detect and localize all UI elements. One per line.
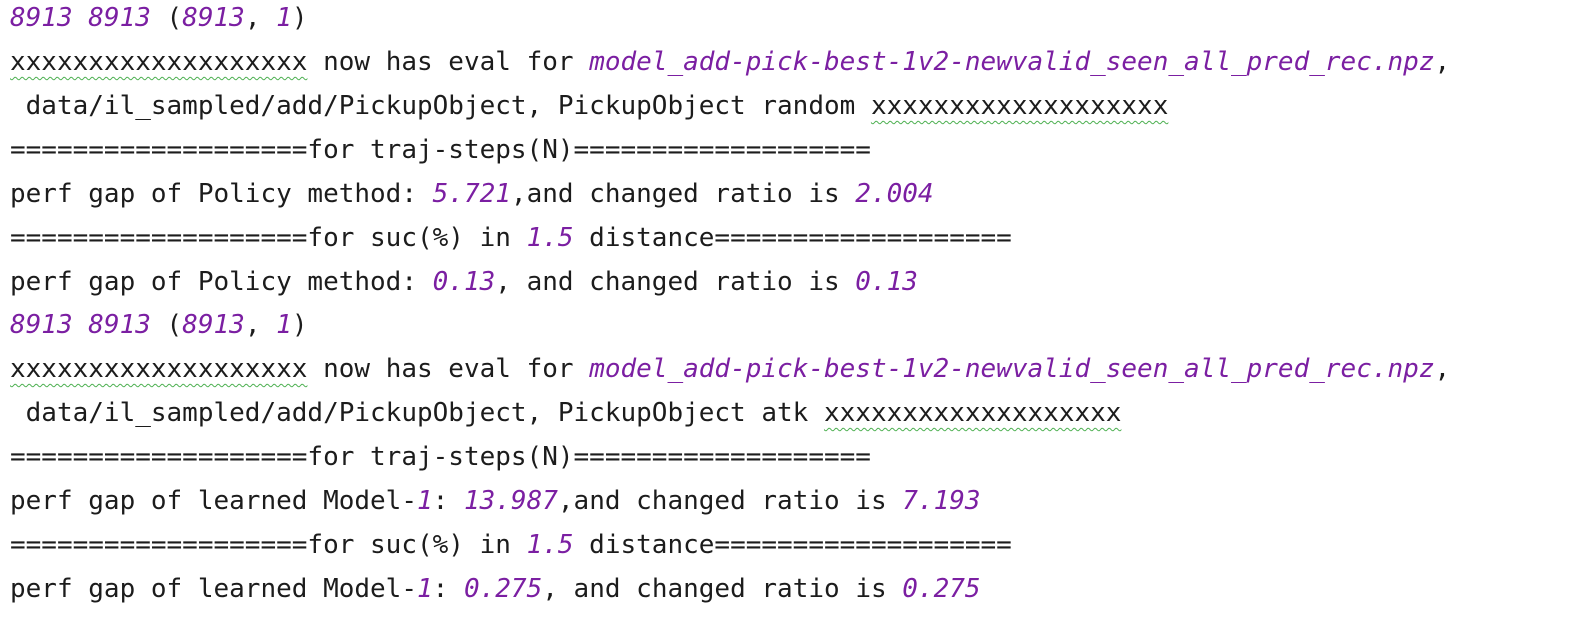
distance-value: 1.5: [526, 530, 574, 560]
sep-left: ===================for suc(%) in: [10, 223, 527, 253]
data-path: data/il_sampled/add/PickupObject, Pickup…: [10, 398, 824, 428]
perf-value: 0.275: [463, 574, 543, 604]
masked-text: xxxxxxxxxxxxxxxxxxx: [10, 354, 308, 384]
eval-text: now has eval for: [307, 47, 590, 77]
data-path-line: data/il_sampled/add/PickupObject, Pickup…: [10, 88, 1169, 124]
data-path: data/il_sampled/add/PickupObject, Pickup…: [10, 91, 871, 121]
comma: ,: [1434, 47, 1451, 77]
perf-prefix: perf gap of learned Model-: [10, 486, 417, 516]
console-output: 8913 8913 (8913, 1) xxxxxxxxxxxxxxxxxxx …: [0, 0, 1572, 622]
data-path-line: data/il_sampled/add/PickupObject, Pickup…: [10, 395, 1122, 431]
perf-mid: ,and changed ratio is: [510, 179, 856, 209]
shape-line: 8913 8913 (8913, 1): [10, 310, 308, 340]
perf-prefix: perf gap of Policy method:: [10, 179, 433, 209]
perf-mid: , and changed ratio is: [542, 574, 903, 604]
separator-traj: ===================for traj-steps(N)====…: [10, 135, 871, 165]
model-number: 1: [417, 486, 433, 516]
perf-ratio: 2.004: [855, 179, 934, 209]
separator-suc: ===================for suc(%) in 1.5 dis…: [10, 220, 1012, 256]
perf-mid: , and changed ratio is: [495, 267, 856, 297]
number: 8913: [88, 3, 151, 33]
sep-left: ===================for suc(%) in: [10, 530, 527, 560]
perf-value: 5.721: [432, 179, 511, 209]
perf-value: 13.987: [463, 486, 558, 516]
model-number: 1: [417, 574, 433, 604]
number: 8913: [182, 310, 245, 340]
colon: :: [432, 486, 464, 516]
number: 8913: [182, 3, 245, 33]
distance-value: 1.5: [526, 223, 574, 253]
number: 8913: [10, 3, 73, 33]
perf-ratio: 7.193: [902, 486, 981, 516]
perf-line-suc: perf gap of learned Model-1: 0.275, and …: [10, 571, 981, 607]
masked-text: xxxxxxxxxxxxxxxxxxx: [10, 47, 308, 77]
masked-text: xxxxxxxxxxxxxxxxxxx: [870, 91, 1169, 121]
sep-right: distance===================: [573, 530, 1012, 560]
number: 1: [276, 3, 292, 33]
perf-mid: ,and changed ratio is: [557, 486, 903, 516]
eval-line: xxxxxxxxxxxxxxxxxxx now has eval for mod…: [10, 351, 1450, 387]
perf-ratio: 0.275: [902, 574, 981, 604]
comma: ,: [1434, 354, 1451, 384]
perf-line-suc: perf gap of Policy method: 0.13, and cha…: [10, 264, 918, 300]
perf-value: 0.13: [432, 267, 496, 297]
perf-prefix: perf gap of learned Model-: [10, 574, 417, 604]
eval-text: now has eval for: [307, 354, 590, 384]
perf-prefix: perf gap of Policy method:: [10, 267, 433, 297]
separator-suc: ===================for suc(%) in 1.5 dis…: [10, 527, 1012, 563]
perf-ratio: 0.13: [855, 267, 918, 297]
sep-right: distance===================: [573, 223, 1012, 253]
eval-line: xxxxxxxxxxxxxxxxxxx now has eval for mod…: [10, 44, 1450, 80]
file-name: model_add-pick-best-1v2-newvalid_seen_al…: [589, 47, 1435, 77]
file-name: model_add-pick-best-1v2-newvalid_seen_al…: [589, 354, 1435, 384]
number: 8913: [88, 310, 151, 340]
number: 1: [276, 310, 292, 340]
perf-line-traj: perf gap of Policy method: 5.721,and cha…: [10, 176, 934, 212]
separator-traj: ===================for traj-steps(N)====…: [10, 442, 871, 472]
colon: :: [432, 574, 464, 604]
masked-text: xxxxxxxxxxxxxxxxxxx: [823, 398, 1122, 428]
number: 8913: [10, 310, 73, 340]
perf-line-traj: perf gap of learned Model-1: 13.987,and …: [10, 483, 981, 519]
shape-line: 8913 8913 (8913, 1): [10, 3, 308, 33]
